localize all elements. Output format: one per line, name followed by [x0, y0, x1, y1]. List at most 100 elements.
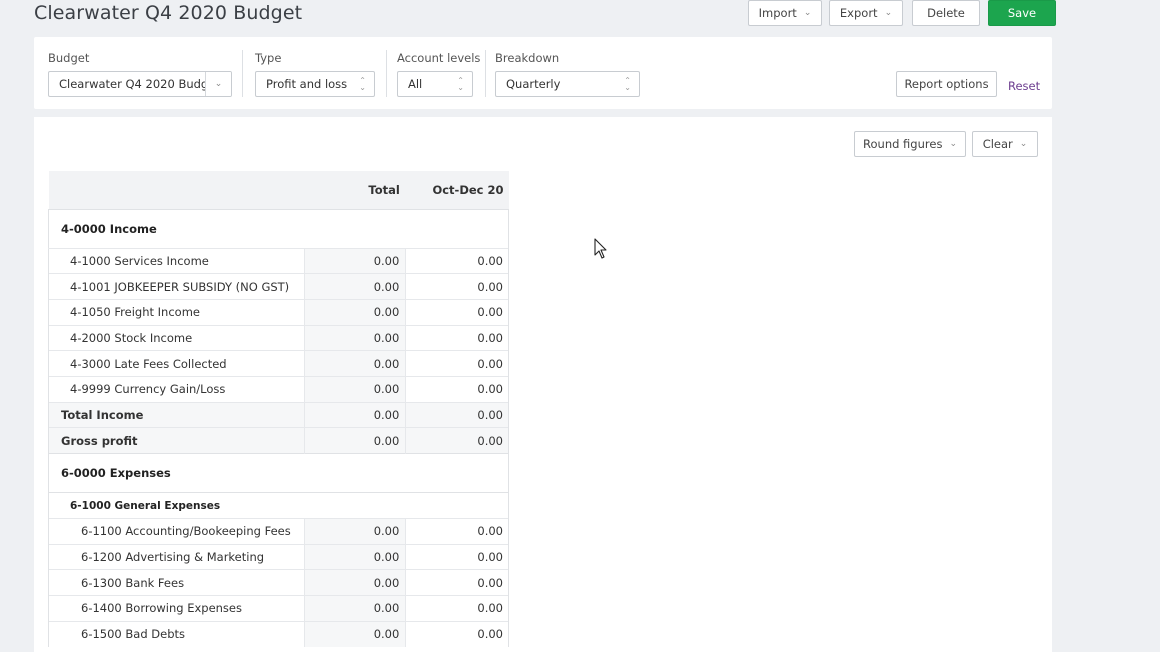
table-row: 4-1050 Freight Income 0.00 0.00 [48, 298, 509, 326]
divider [485, 50, 486, 97]
header-actions: Import ⌄ Export ⌄ Delete Save [748, 0, 1056, 26]
period-value-input[interactable]: 0.00 [405, 298, 509, 326]
total-cell: 0.00 [303, 518, 406, 545]
report-options-button[interactable]: Report options [896, 71, 997, 97]
total-cell: 0.00 [303, 595, 406, 622]
chevron-down-icon: ⌄ [949, 139, 957, 149]
column-header-total: Total [368, 182, 400, 197]
period-value-input[interactable]: 0.00 [405, 324, 509, 351]
total-cell: 0.00 [303, 298, 406, 326]
total-cell: 0.00 [303, 569, 406, 596]
breakdown-label: Breakdown [495, 51, 560, 65]
budget-select-value: Clearwater Q4 2020 Budget [59, 77, 207, 91]
import-button[interactable]: Import ⌄ [748, 0, 822, 26]
type-filter: Type Profit and loss ⌃ ⌄ [255, 51, 375, 97]
account-name: 4-2000 Stock Income [48, 324, 305, 351]
table-row: 6-1400 Borrowing Expenses 0.00 0.00 [48, 595, 509, 622]
total-cell: 0.00 [303, 375, 406, 403]
section-row: 4-0000 Income [48, 208, 509, 248]
total-cell: 0.00 [303, 350, 406, 377]
budget-table: Total Oct-Dec 20 4-0000 Income 4-1000 Se… [48, 171, 509, 647]
column-header-period: Oct-Dec 20 [432, 182, 504, 197]
budget-filter-label: Budget [48, 51, 90, 65]
divider [242, 50, 243, 97]
period-value-input[interactable]: 0.00 [405, 350, 509, 377]
period-total-cell: 0.00 [405, 401, 509, 428]
account-name: 6-1100 Accounting/Bookeeping Fees [48, 518, 305, 545]
updown-chevron-icon: ⌃ ⌄ [624, 76, 631, 92]
total-cell: 0.00 [303, 620, 406, 647]
updown-chevron-icon: ⌃ ⌄ [457, 76, 464, 92]
clear-label: Clear [982, 137, 1013, 151]
period-value-input[interactable]: 0.00 [405, 595, 509, 622]
type-filter-label: Type [255, 51, 282, 65]
account-name: 4-1001 JOBKEEPER SUBSIDY (NO GST) [48, 273, 305, 300]
chevron-down-icon: ⌄ [884, 8, 893, 18]
table-row: 6-1100 Accounting/Bookeeping Fees 0.00 0… [48, 518, 509, 545]
period-value-input[interactable]: 0.00 [405, 247, 509, 274]
account-levels-select[interactable]: All ⌃ ⌄ [397, 71, 473, 97]
period-value-input[interactable]: 0.00 [405, 375, 509, 403]
filter-panel: Budget Clearwater Q4 2020 Budget ⌄ Type … [34, 37, 1052, 109]
column-header-account [49, 171, 305, 209]
total-cell: 0.00 [303, 427, 406, 454]
period-value-input[interactable]: 0.00 [405, 620, 509, 647]
account-name: 4-3000 Late Fees Collected [48, 350, 305, 377]
subsection-title: 6-1000 General Expenses [48, 492, 509, 519]
table-header-row: Total Oct-Dec 20 [48, 171, 509, 209]
total-cell: 0.00 [303, 324, 406, 351]
mouse-pointer-icon [594, 238, 608, 263]
save-button[interactable]: Save [988, 0, 1056, 26]
export-label: Export [839, 6, 878, 20]
budget-select[interactable]: Clearwater Q4 2020 Budget ⌄ [48, 71, 232, 97]
delete-button[interactable]: Delete [912, 0, 980, 26]
section-title: 4-0000 Income [48, 208, 509, 248]
type-select-value: Profit and loss [266, 77, 348, 91]
breakdown-select[interactable]: Quarterly ⌃ ⌄ [495, 71, 640, 97]
total-income-label: Total Income [48, 401, 305, 428]
account-name: 6-1400 Borrowing Expenses [48, 595, 305, 622]
account-levels-label: Account levels [397, 51, 481, 65]
subsection-row: 6-1000 General Expenses [48, 492, 509, 519]
table-row: 4-1001 JOBKEEPER SUBSIDY (NO GST) 0.00 0… [48, 273, 509, 300]
section-title: 6-0000 Expenses [48, 453, 509, 493]
period-value-input[interactable]: 0.00 [405, 543, 509, 570]
budget-panel: Round figures ⌄ Clear ⌄ Total Oct-Dec 20… [34, 117, 1052, 652]
gross-profit-label: Gross profit [48, 427, 305, 454]
account-name: 6-1300 Bank Fees [48, 569, 305, 596]
divider [386, 50, 387, 97]
chevron-down-icon: ⌄ [803, 8, 812, 18]
import-label: Import [758, 6, 797, 20]
period-total-cell: 0.00 [405, 427, 509, 454]
chevron-down-icon: ⌄ [1019, 139, 1028, 149]
account-levels-filter: Account levels All ⌃ ⌄ [397, 51, 480, 97]
table-row: 6-1500 Bad Debts 0.00 0.00 [48, 620, 509, 647]
clear-button[interactable]: Clear ⌄ [972, 131, 1038, 157]
table-row: 4-9999 Currency Gain/Loss 0.00 0.00 [48, 375, 509, 403]
round-figures-button[interactable]: Round figures ⌄ [854, 131, 966, 157]
account-name: 4-1050 Freight Income [48, 298, 305, 326]
total-cell: 0.00 [303, 273, 406, 300]
reset-link[interactable]: Reset [1008, 79, 1040, 93]
account-name: 4-9999 Currency Gain/Loss [48, 375, 305, 403]
account-levels-value: All [408, 77, 423, 91]
table-row: 4-3000 Late Fees Collected 0.00 0.00 [48, 350, 509, 377]
account-name: 6-1500 Bad Debts [48, 620, 305, 647]
total-cell: 0.00 [303, 401, 406, 428]
breakdown-filter: Breakdown Quarterly ⌃ ⌄ [495, 51, 640, 97]
section-row: 6-0000 Expenses [48, 453, 509, 493]
export-button[interactable]: Export ⌄ [829, 0, 903, 26]
account-name: 4-1000 Services Income [48, 247, 305, 274]
type-select[interactable]: Profit and loss ⌃ ⌄ [255, 71, 375, 97]
chevron-down-icon[interactable]: ⌄ [205, 72, 231, 96]
period-value-input[interactable]: 0.00 [405, 569, 509, 596]
table-row: 6-1300 Bank Fees 0.00 0.00 [48, 569, 509, 596]
period-value-input[interactable]: 0.00 [405, 273, 509, 300]
account-name: 6-1200 Advertising & Marketing [48, 543, 305, 570]
gross-profit-row: Gross profit 0.00 0.00 [48, 427, 509, 454]
breakdown-value: Quarterly [506, 77, 561, 91]
total-cell: 0.00 [303, 543, 406, 570]
period-value-input[interactable]: 0.00 [405, 518, 509, 545]
table-row: 4-1000 Services Income 0.00 0.00 [48, 247, 509, 274]
table-row: 6-1200 Advertising & Marketing 0.00 0.00 [48, 543, 509, 570]
